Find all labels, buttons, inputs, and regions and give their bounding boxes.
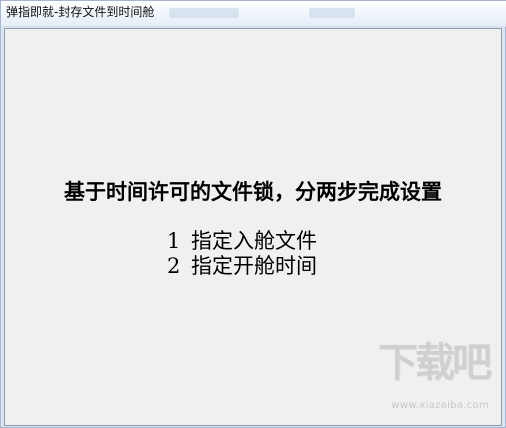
watermark-url: www.xiazaiba.com — [391, 400, 489, 411]
app-window: 弹指即就-封存文件到时间舱 基于时间许可的文件锁，分两步完成设置 1 指定入舱文… — [0, 0, 506, 428]
title-bar[interactable]: 弹指即就-封存文件到时间舱 — [1, 1, 506, 27]
step-item[interactable]: 2 指定开舱时间 — [167, 254, 317, 279]
step-item[interactable]: 1 指定入舱文件 — [167, 229, 317, 254]
step-label-select-file[interactable]: 指定入舱文件 — [191, 229, 317, 254]
instruction-headline: 基于时间许可的文件锁，分两步完成设置 — [64, 179, 442, 204]
title-bar-glare — [309, 8, 355, 18]
steps-list: 1 指定入舱文件 2 指定开舱时间 — [167, 229, 317, 279]
title-bar-glare — [169, 8, 239, 18]
watermark-logo: 下载吧 — [378, 340, 492, 386]
window-title: 弹指即就-封存文件到时间舱 — [6, 5, 155, 19]
main-panel: 基于时间许可的文件锁，分两步完成设置 1 指定入舱文件 2 指定开舱时间 下载吧… — [4, 28, 502, 426]
step-number: 1 — [167, 229, 181, 253]
step-number: 2 — [167, 254, 181, 278]
step-label-set-time[interactable]: 指定开舱时间 — [191, 254, 317, 279]
watermark: 下载吧 www.xiazaiba.com — [353, 341, 493, 411]
